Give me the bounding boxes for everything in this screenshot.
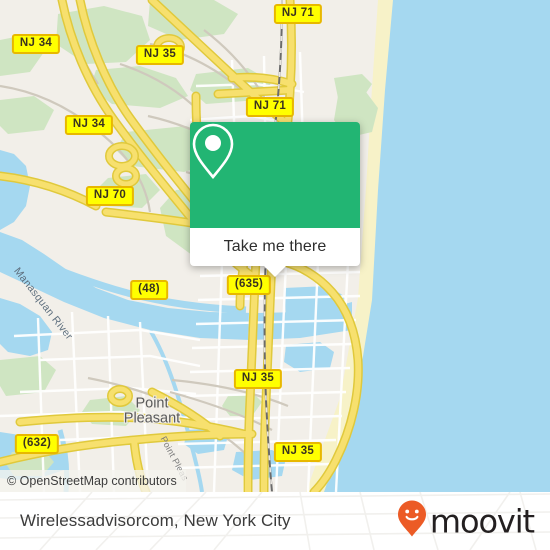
shield-nj34-upper: NJ 34	[11, 34, 61, 54]
map-screenshot: NJ 34 NJ 35 NJ 71 NJ 34 NJ 71 NJ 70 (48)…	[0, 0, 550, 550]
shield-nj71-top: NJ 71	[273, 4, 323, 24]
moovit-brand[interactable]: moovit	[397, 500, 535, 543]
osm-attribution[interactable]: © OpenStreetMap contributors	[0, 470, 186, 492]
moovit-wordmark: moovit	[429, 502, 535, 540]
page-title: Wirelessadvisorcom, New York City	[20, 511, 291, 530]
take-me-there-button[interactable]: Take me there	[190, 228, 360, 266]
shield-nj35-upper: NJ 35	[135, 45, 185, 65]
callout-image-panel	[190, 122, 360, 228]
shield-cr635: (635)	[226, 275, 272, 295]
shield-nj35-mid: NJ 35	[233, 369, 283, 389]
location-callout-card[interactable]: Take me there	[190, 122, 360, 277]
moovit-smiley-pin-icon	[397, 500, 427, 543]
map-canvas[interactable]: NJ 34 NJ 35 NJ 71 NJ 34 NJ 71 NJ 70 (48)…	[0, 0, 550, 492]
footer-bar: Wirelessadvisorcom, New York City moovit	[0, 492, 550, 550]
shield-cr632: (632)	[14, 434, 60, 454]
shield-nj35-south: NJ 35	[273, 442, 323, 462]
shield-nj34-lower: NJ 34	[64, 115, 114, 135]
shield-cr48: (48)	[130, 280, 168, 300]
callout-pointer	[264, 266, 286, 277]
place-label-pleasant: Pleasant	[123, 410, 181, 427]
shield-nj71-lower: NJ 71	[245, 97, 295, 117]
shield-nj70: NJ 70	[85, 186, 135, 206]
